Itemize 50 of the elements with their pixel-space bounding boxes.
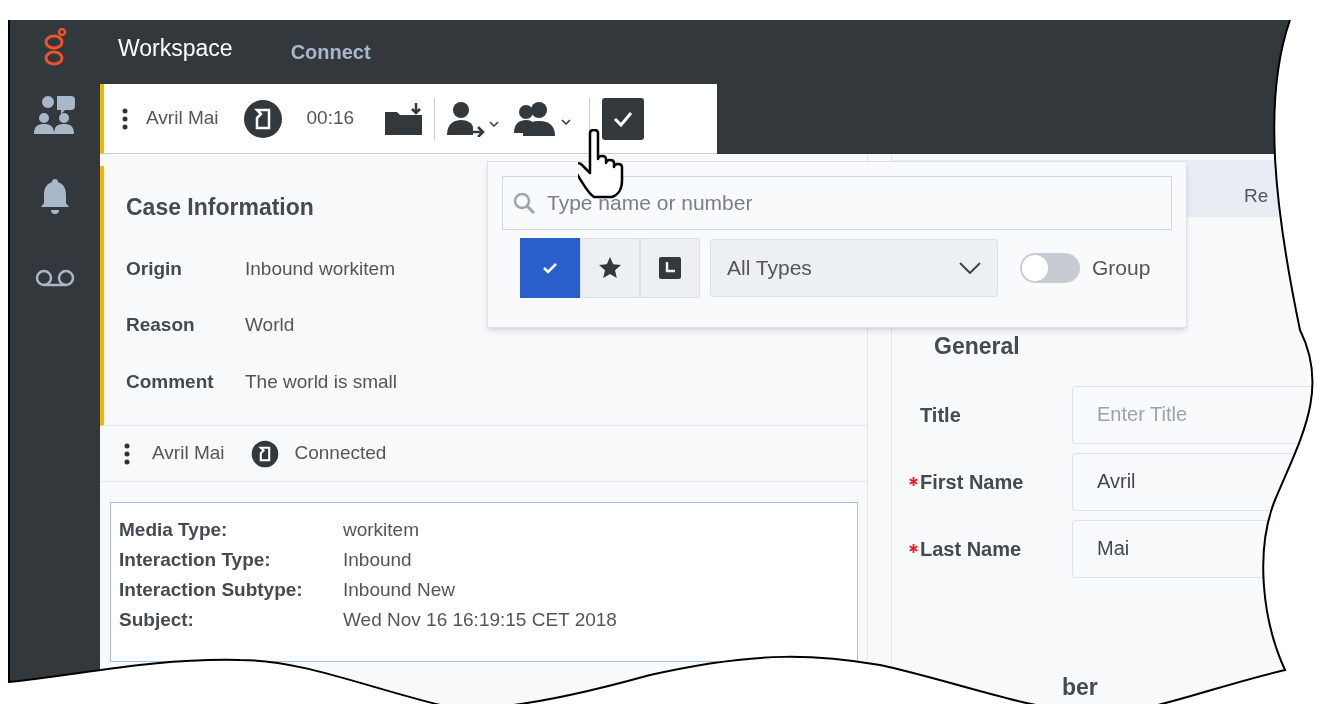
toggle-label: Group xyxy=(1092,255,1151,282)
contact-name: Avril Mai xyxy=(146,106,219,131)
field-label: Comment xyxy=(126,369,215,394)
app-title: Workspace xyxy=(118,33,233,63)
caret-icon xyxy=(489,120,500,127)
tab-label[interactable]: Re xyxy=(1244,182,1269,211)
detail-label: Subject: xyxy=(119,607,195,632)
field-value: Inbound workitem xyxy=(245,256,395,281)
search-icon xyxy=(512,191,536,215)
contact-name: Avril Mai xyxy=(152,441,225,466)
voicemail-icon[interactable] xyxy=(35,268,75,288)
folder-download-icon[interactable] xyxy=(384,101,425,136)
mark-done-button[interactable] xyxy=(602,97,645,140)
timer: 00:16 xyxy=(306,106,355,131)
card-title: Case Information xyxy=(126,193,314,222)
section-title: ber xyxy=(1062,672,1099,702)
more-icon[interactable] xyxy=(124,442,130,465)
detail-value: Wed Nov 16 16:19:15 CET 2018 xyxy=(343,607,617,632)
bell-icon[interactable] xyxy=(40,177,70,215)
section-title: General xyxy=(934,332,1021,361)
detail-value: Inbound xyxy=(343,547,412,572)
detail-label: Media Type: xyxy=(119,517,229,542)
field-label: Title xyxy=(920,402,961,428)
caret-icon xyxy=(561,118,572,125)
workitem-icon xyxy=(250,439,279,468)
detail-label: Interaction Type: xyxy=(119,547,272,572)
field-label: First Name xyxy=(920,469,1024,495)
check-icon xyxy=(542,262,558,274)
more-icon[interactable] xyxy=(122,107,128,130)
search-field[interactable]: Type name or number xyxy=(502,176,1172,230)
status-text: Connected xyxy=(294,441,387,466)
field-label: Reason xyxy=(126,313,196,337)
field-value: The world is small xyxy=(245,369,398,394)
detail-value: Inbound New xyxy=(343,577,455,602)
transfer-button[interactable] xyxy=(445,100,500,137)
detail-value: workitem xyxy=(343,517,419,542)
recent-icon xyxy=(659,257,681,279)
type-dropdown[interactable]: All Types xyxy=(710,239,998,297)
star-icon xyxy=(598,256,622,280)
field-value: World xyxy=(245,313,295,337)
check-icon xyxy=(613,110,634,127)
group-toggle[interactable] xyxy=(1020,253,1080,283)
conference-button[interactable] xyxy=(513,100,572,137)
field-label: Origin xyxy=(126,256,183,281)
workitem-icon xyxy=(242,98,283,139)
field-label: Last Name xyxy=(920,536,1022,562)
logo-icon xyxy=(42,28,68,68)
chevron-down-icon xyxy=(959,262,981,274)
detail-label: Interaction Subtype: xyxy=(119,577,304,602)
team-chat-icon[interactable] xyxy=(33,94,77,134)
